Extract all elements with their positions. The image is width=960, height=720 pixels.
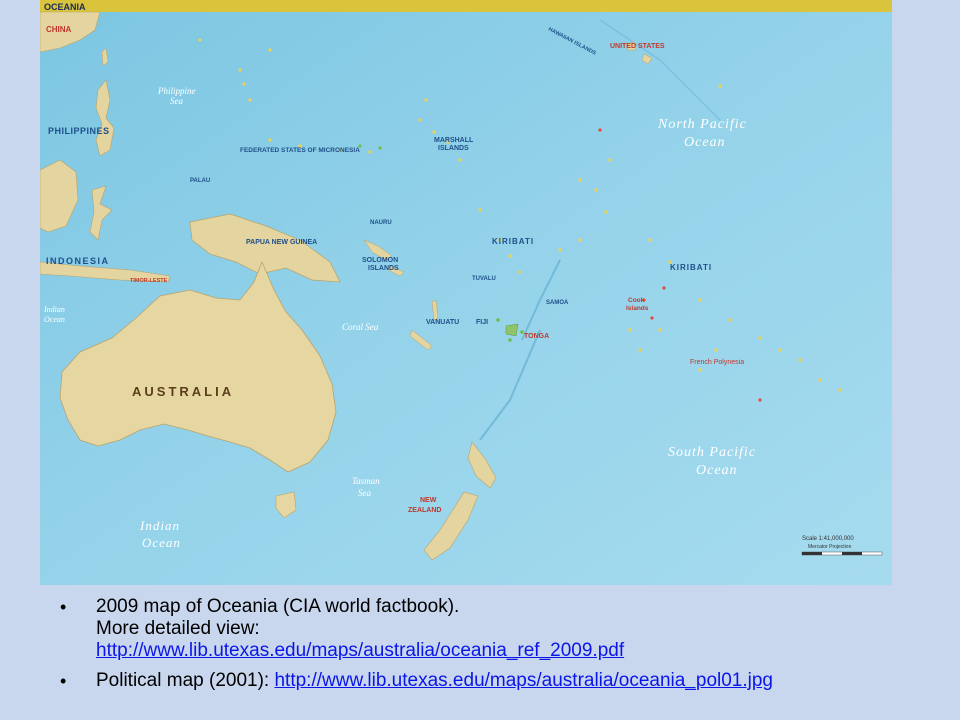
cook-islands-label-2: Islands — [626, 305, 649, 312]
indian-ocean-label-2: Ocean — [142, 535, 181, 550]
united-states-label: UNITED STATES — [610, 43, 665, 50]
kiribati-west-label: KIRIBATI — [492, 237, 534, 246]
australia-label: AUSTRALIA — [132, 384, 234, 399]
nauru-label: NAURU — [370, 220, 392, 226]
oceania-map: OCEANIA North Pacific Ocean South Pacifi… — [40, 0, 892, 585]
french-polynesia-label: French Polynesia — [690, 359, 744, 366]
fiji-land — [505, 323, 519, 337]
nz-label-1: NEW — [420, 497, 437, 504]
scale-bar-segment-2 — [842, 552, 862, 555]
china-label: CHINA — [46, 25, 72, 34]
indonesia-label: INDONESIA — [46, 256, 110, 266]
bullet-icon: • — [60, 671, 67, 691]
indian-ocean-label-1: Indian — [139, 518, 180, 533]
south-pacific-label-2: Ocean — [696, 463, 738, 478]
nz-label-2: ZEALAND — [408, 507, 441, 514]
oceania-pol01-link[interactable]: http://www.lib.utexas.edu/maps/australia… — [274, 670, 773, 691]
indian-ocean-west-2: Ocean — [44, 315, 65, 324]
caption-line-1: 2009 map of Oceania (CIA world factbook)… — [96, 596, 460, 617]
palau-label: PALAU — [190, 178, 210, 184]
caption-item-2009-map: • 2009 map of Oceania (CIA world factboo… — [58, 596, 938, 662]
kiribati-east-label: KIRIBATI — [670, 263, 712, 272]
projection-text: Mercator Projection — [808, 544, 852, 550]
vanuatu-label: VANUATU — [426, 319, 459, 326]
tasman-sea-label-2: Sea — [358, 488, 371, 498]
solomon-label-1: SOLOMON — [362, 257, 398, 264]
philippine-sea-label-1: Philippine — [157, 86, 196, 96]
caption-prefix: Political map (2001): — [96, 670, 275, 691]
samoa-label: SAMOA — [546, 300, 569, 306]
scale-text: Scale 1:41,000,000 — [802, 536, 854, 542]
south-pacific-label-1: South Pacific — [668, 445, 756, 460]
caption-item-political-map: • Political map (2001): http://www.lib.u… — [58, 670, 938, 692]
tonga-label: TONGA — [524, 333, 549, 340]
coral-sea-label: Coral Sea — [342, 322, 379, 332]
caption-list: • 2009 map of Oceania (CIA world factboo… — [58, 596, 938, 700]
timor-label: TIMOR-LESTE — [130, 278, 168, 284]
bullet-icon: • — [60, 597, 67, 617]
map-banner — [40, 0, 892, 12]
cook-islands-label-1: Cook — [628, 297, 645, 304]
map-image: OCEANIA North Pacific Ocean South Pacifi… — [40, 0, 892, 585]
fiji-label: FIJI — [476, 319, 488, 326]
indian-ocean-west-1: Indian — [43, 305, 65, 314]
north-pacific-label-2: Ocean — [684, 135, 726, 150]
scale-bar-segment — [802, 552, 822, 555]
oceania-ref-2009-link[interactable]: http://www.lib.utexas.edu/maps/australia… — [96, 640, 624, 661]
marshall-label-2: ISLANDS — [438, 145, 469, 152]
tasman-sea-label-1: Tasman — [352, 476, 380, 486]
caption-line-2: More detailed view: — [96, 618, 260, 639]
micronesia-label: FEDERATED STATES OF MICRONESIA — [240, 147, 360, 154]
philippines-label: PHILIPPINES — [48, 126, 110, 136]
marshall-label-1: MARSHALL — [434, 137, 474, 144]
solomon-label-2: ISLANDS — [368, 265, 399, 272]
north-pacific-label-1: North Pacific — [657, 117, 747, 132]
philippine-sea-label-2: Sea — [170, 96, 183, 106]
png-label: PAPUA NEW GUINEA — [246, 239, 317, 246]
tuvalu-label: TUVALU — [472, 276, 496, 282]
map-banner-title: OCEANIA — [44, 2, 86, 12]
